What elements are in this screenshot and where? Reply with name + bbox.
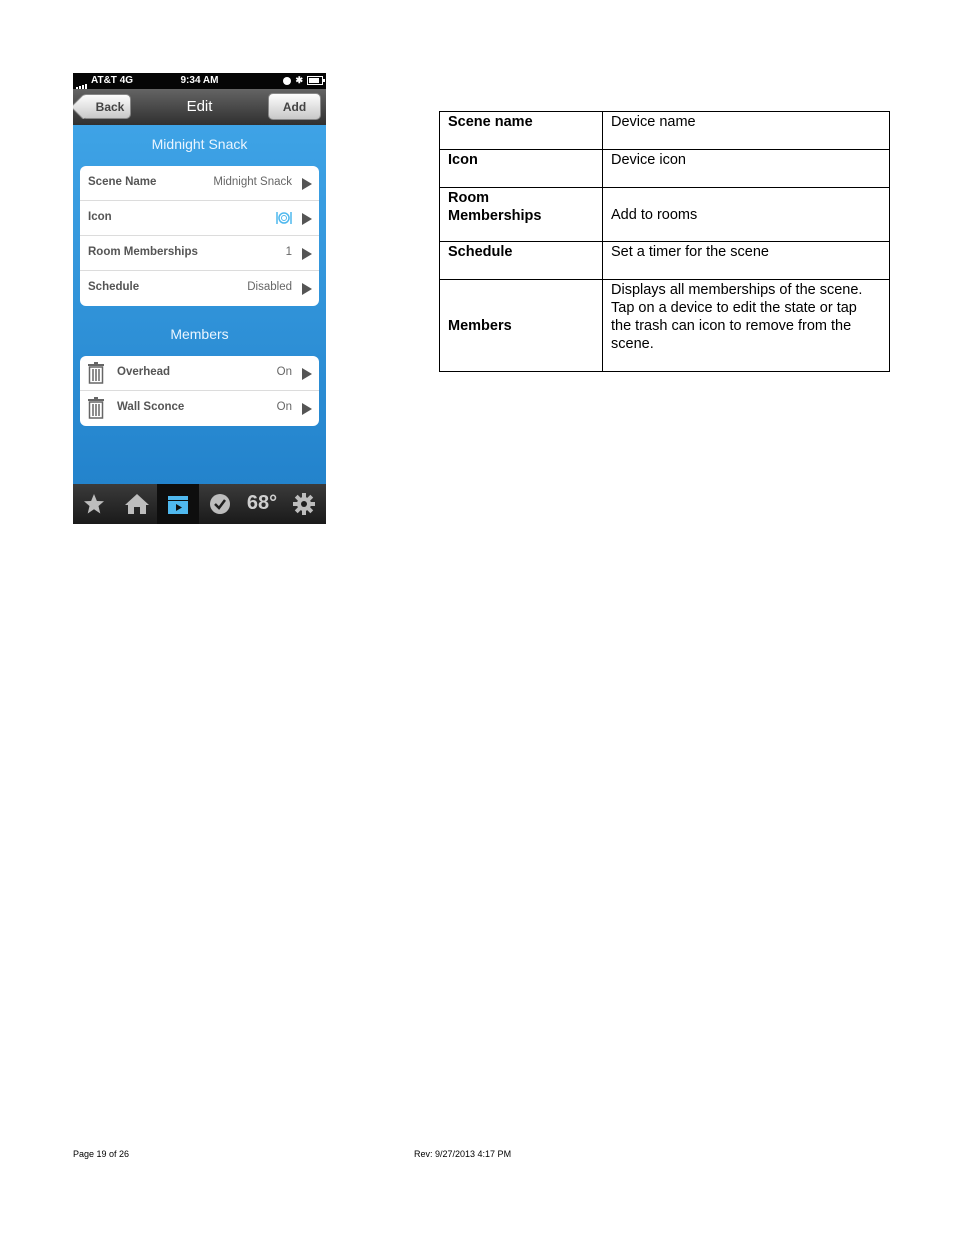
trash-icon[interactable] xyxy=(88,362,104,384)
table-key: Icon xyxy=(439,149,603,188)
checkmark-icon xyxy=(210,494,230,514)
disclosure-arrow-icon xyxy=(302,368,312,380)
nav-bar: Back Edit Add xyxy=(73,89,326,125)
table-value: Device name xyxy=(602,111,890,150)
tab-favorites[interactable] xyxy=(73,484,115,524)
scene-title: Midnight Snack xyxy=(151,136,248,152)
bluetooth-icon: ✱ xyxy=(295,75,303,85)
members-group: Overhead On Wall Sconce On xyxy=(80,356,319,426)
page-number: Page 19 of 26 xyxy=(73,1149,130,1159)
table-value: Add to rooms xyxy=(602,187,890,242)
row-label: Room Memberships xyxy=(88,246,198,258)
row-scene-name[interactable]: Scene Name Midnight Snack xyxy=(80,166,319,201)
table-key: Members xyxy=(439,279,603,372)
table-value: Displays all memberships of the scene. T… xyxy=(602,279,890,372)
disclosure-arrow-icon xyxy=(302,283,312,295)
edit-content: Midnight Snack Scene Name Midnight Snack… xyxy=(73,125,326,484)
tab-settings[interactable] xyxy=(283,484,325,524)
home-icon xyxy=(125,494,149,514)
temperature-label: 68° xyxy=(246,492,278,514)
table-row: Room Memberships Add to rooms xyxy=(439,187,890,242)
gear-icon xyxy=(293,493,315,515)
add-button[interactable]: Add xyxy=(268,93,321,120)
battery-icon xyxy=(307,76,325,85)
table-value: Set a timer for the scene xyxy=(602,241,890,280)
row-schedule[interactable]: Schedule Disabled xyxy=(80,271,319,306)
field-description-table: Scene name Device name Icon Device icon … xyxy=(439,111,890,372)
table-key: Room Memberships xyxy=(439,187,603,242)
tab-thermostat[interactable]: 68° xyxy=(241,484,283,524)
row-label: Icon xyxy=(88,211,112,223)
tab-scenes[interactable] xyxy=(157,484,199,524)
row-label: Scene Name xyxy=(88,176,157,188)
plate-cutlery-icon xyxy=(276,212,292,224)
disclosure-arrow-icon xyxy=(302,403,312,415)
row-icon[interactable]: Icon xyxy=(80,201,319,236)
row-label: Schedule xyxy=(88,281,140,293)
tab-rooms[interactable] xyxy=(115,484,157,524)
disclosure-arrow-icon xyxy=(302,213,312,225)
row-value: On xyxy=(276,401,292,413)
table-value: Device icon xyxy=(602,149,890,188)
revision-date: Rev: 9/27/2013 4:17 PM xyxy=(414,1149,512,1159)
disclosure-arrow-icon xyxy=(302,178,312,190)
tab-bar: 68° xyxy=(73,484,326,524)
star-icon xyxy=(84,494,104,514)
table-row: Scene name Device name xyxy=(439,111,890,150)
row-label: Overhead xyxy=(117,366,171,378)
status-bar: AT&T 4G 9:34 AM ✱ xyxy=(73,73,326,89)
table-key: Schedule xyxy=(439,241,603,280)
disclosure-arrow-icon xyxy=(302,248,312,260)
row-value: On xyxy=(276,366,292,378)
table-row: Icon Device icon xyxy=(439,149,890,188)
clapperboard-icon xyxy=(168,496,188,514)
table-row: Members Displays all memberships of the … xyxy=(439,279,890,372)
table-key: Scene name xyxy=(439,111,603,150)
tab-status[interactable] xyxy=(199,484,241,524)
row-value: Midnight Snack xyxy=(213,176,292,188)
table-row: Schedule Set a timer for the scene xyxy=(439,241,890,280)
scene-settings-group: Scene Name Midnight Snack Icon Room Memb… xyxy=(80,166,319,306)
row-label: Wall Sconce xyxy=(117,401,185,413)
row-value: Disabled xyxy=(247,281,292,293)
alarm-icon xyxy=(283,76,292,85)
row-value: 1 xyxy=(285,246,292,258)
trash-icon[interactable] xyxy=(88,397,104,419)
members-title: Members xyxy=(170,326,229,342)
row-room-memberships[interactable]: Room Memberships 1 xyxy=(80,236,319,271)
phone-screenshot: AT&T 4G 9:34 AM ✱ Back Edit Add Midnight… xyxy=(73,73,326,524)
member-row-overhead[interactable]: Overhead On xyxy=(80,356,319,391)
member-row-wall-sconce[interactable]: Wall Sconce On xyxy=(80,391,319,426)
